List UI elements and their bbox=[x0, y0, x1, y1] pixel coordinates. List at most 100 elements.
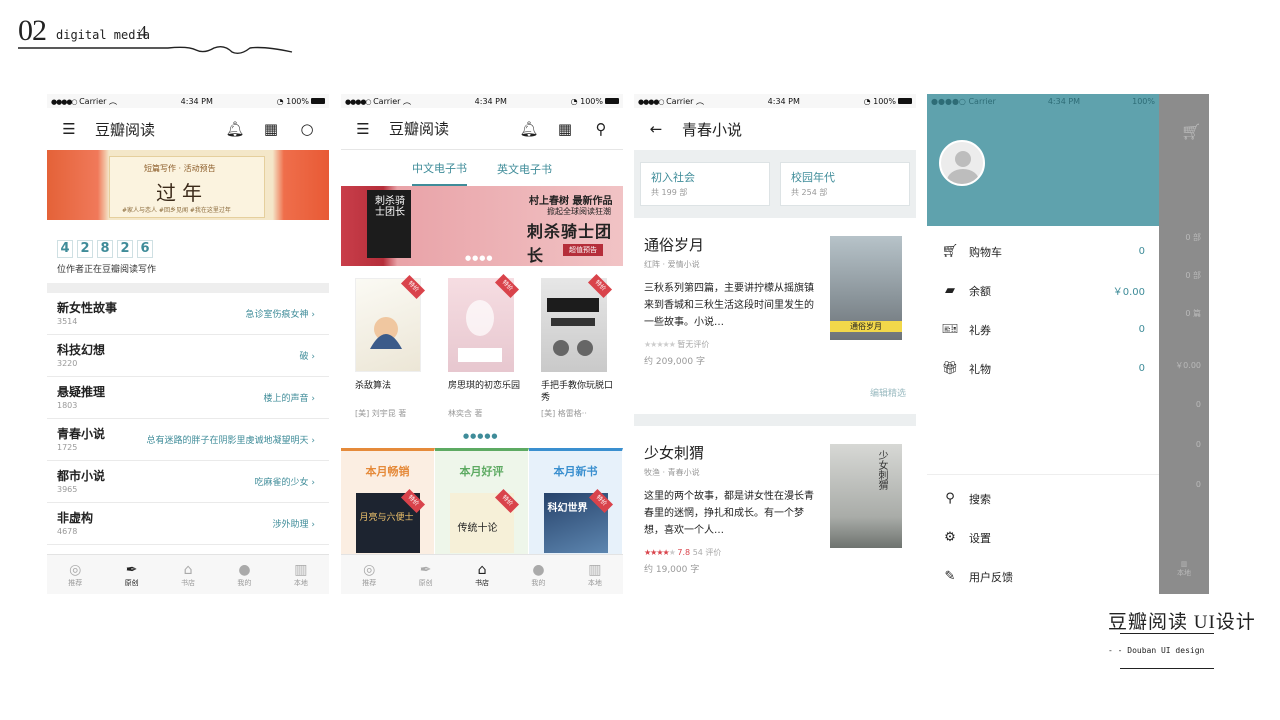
drawer-item-gift[interactable]: 🎁︎ 礼物 0 bbox=[927, 349, 1159, 388]
back-arrow-icon[interactable]: ← bbox=[646, 119, 666, 139]
subcategory-pill[interactable]: 校园年代 共 254 部 bbox=[780, 162, 910, 206]
drawer-item-search[interactable]: ⚲ 搜索 bbox=[927, 479, 1159, 518]
drawer-item-balance[interactable]: ▰ 余额 ￥0.00 bbox=[927, 271, 1159, 310]
drawer-item-feedback[interactable]: ✎ 用户反馈 bbox=[927, 557, 1159, 594]
writer-counter: 4 2 8 2 6 位作者正在豆瓣阅读写作 bbox=[47, 220, 329, 275]
tab-local[interactable]: ▥ 本地 bbox=[273, 555, 329, 594]
promo-banner[interactable]: 刺杀骑士团长 村上春树 最新作品 掀起全球阅读狂潮 刺杀骑士团长 超值预告 ●●… bbox=[341, 186, 623, 266]
bottom-tab-bar: ◎ 推荐 ✒ 原创 ⌂ 书店 ● 我的 ▥ 本地 bbox=[341, 554, 623, 594]
tab-english-ebooks[interactable]: 英文电子书 bbox=[497, 151, 552, 185]
search-icon: ⚲ bbox=[945, 491, 955, 506]
new-year-banner[interactable]: 短篇写作 · 活动预告 过年 #家人与恋人 #回乡见闻 #我在这里过年 bbox=[47, 150, 329, 220]
book-item[interactable]: 特价 房思琪的初恋乐园 林奕含 著 bbox=[440, 273, 524, 426]
header-brush-line bbox=[18, 45, 293, 55]
drawer-item-settings[interactable]: ⚙ 设置 bbox=[927, 518, 1159, 557]
cart-icon: 🛒︎ bbox=[1181, 122, 1202, 141]
menu-icon[interactable]: ☰ bbox=[59, 119, 79, 139]
book-item[interactable]: 特价 手把手教你玩脱口秀 [美] 格雷格·· bbox=[533, 273, 617, 426]
tab-mine[interactable]: ● 我的 bbox=[216, 555, 272, 594]
book-cover: 特价 bbox=[355, 274, 426, 372]
grid-icon[interactable]: ▦ bbox=[555, 119, 575, 139]
category-item[interactable]: 都市小说 3965 吃麻雀的少女 › bbox=[47, 461, 329, 503]
app-bar: ← 青春小说 bbox=[634, 108, 916, 150]
gift-icon: 🎁︎ bbox=[941, 361, 959, 376]
tab-recommend[interactable]: ◎ 推荐 bbox=[47, 555, 103, 594]
bottom-tab-bar: ◎ 推荐 ✒ 原创 ⌂ 书店 ● 我的 ▥ 本地 bbox=[47, 554, 329, 594]
circle-icon[interactable]: ○ bbox=[297, 119, 317, 139]
phone-screen-store: ●●●●○ Carrier ︵ 4:34 PM ◔ 100% ☰ 豆瓣阅读 🔔︎… bbox=[341, 94, 623, 594]
tab-store[interactable]: ⌂ 书店 bbox=[454, 555, 510, 594]
book-author: [美] 格雷格·· bbox=[541, 409, 587, 418]
book-card[interactable]: 通俗岁月 红阵 · 爱情小说 三秋系列第四篇，主要讲拧檬从摇旗镇来到香城和三秋生… bbox=[634, 218, 916, 414]
category-featured: 破 › bbox=[299, 352, 315, 362]
status-bar: ●●●●○ Carrier 4:34 PM 100% bbox=[931, 96, 1155, 106]
subcategory-pill[interactable]: 初入社会 共 199 部 bbox=[640, 162, 770, 206]
tab-mine[interactable]: ● 我的 bbox=[510, 555, 566, 594]
book-rating: ★★★★★ 暂无评价 bbox=[644, 340, 710, 349]
avatar[interactable] bbox=[939, 140, 985, 186]
tab-chinese-ebooks[interactable]: 中文电子书 bbox=[412, 150, 467, 186]
tab-original[interactable]: ✒ 原创 bbox=[397, 555, 453, 594]
drawer-item-label: 余额 bbox=[969, 284, 991, 298]
tab-local[interactable]: ▥ 本地 bbox=[567, 555, 623, 594]
column-bestseller[interactable]: 本月畅销 特价 月亮与六便士 bbox=[341, 448, 435, 556]
counter-digit: 6 bbox=[137, 240, 153, 258]
drawer-item-label: 搜索 bbox=[969, 492, 991, 506]
counter-digit: 2 bbox=[77, 240, 93, 258]
tab-store[interactable]: ⌂ 书店 bbox=[160, 555, 216, 594]
category-item[interactable]: 青春小说 1725 总有迷路的胖子在阴影里虔诚地凝望明天 › bbox=[47, 419, 329, 461]
medal-icon: ◎ bbox=[69, 561, 82, 578]
book-cover: 特价 bbox=[541, 273, 613, 372]
category-item[interactable]: 科技幻想 3220 破 › bbox=[47, 335, 329, 377]
bell-icon[interactable]: 🔔︎ bbox=[225, 119, 245, 139]
shelf-pager-dots: ●●●●● bbox=[463, 432, 499, 440]
book-author: [美] 刘宇昆 著 bbox=[355, 409, 407, 418]
counter-digit: 8 bbox=[97, 240, 113, 258]
subcategory-name: 初入社会 bbox=[651, 171, 695, 184]
tab-original[interactable]: ✒ 原创 bbox=[103, 555, 159, 594]
category-item[interactable]: 新女性故事 3514 急诊室伤痕女神 › bbox=[47, 293, 329, 335]
app-bar: ☰ 豆瓣阅读 🔔︎ ▦ ⚲ bbox=[341, 108, 623, 150]
phone-screen-drawer: 🛒︎ 0 部 0 部 0 篇 ￥0.00 0 0 0 ▥ 本地 ●●●●○ Car… bbox=[927, 94, 1209, 594]
cover-text: 通俗岁月 bbox=[830, 321, 902, 332]
book-card[interactable]: 少女刺猬 牧渔 · 青春小说 这里的两个故事，都是讲女性在漫长青春里的迷惘，挣扎… bbox=[634, 426, 916, 594]
column-new-books[interactable]: 本月新书 特价 科幻世界 bbox=[529, 448, 623, 556]
category-item[interactable]: 非虚构 4678 涉外助理 › bbox=[47, 503, 329, 545]
column-cover: 特价 科幻世界 bbox=[543, 488, 613, 553]
rating-stars: ★★★★★ bbox=[644, 340, 676, 349]
cover-text: 传统十论 bbox=[457, 523, 498, 534]
category-featured: 急诊室伤痕女神 › bbox=[245, 310, 315, 320]
drawer-scrim[interactable]: 🛒︎ 0 部 0 部 0 篇 ￥0.00 0 0 0 ▥ 本地 bbox=[1159, 94, 1209, 594]
menu-icon[interactable]: ☰ bbox=[353, 119, 373, 139]
category-item[interactable]: 悬疑推理 1803 楼上的声音 › bbox=[47, 377, 329, 419]
column-well-reviewed[interactable]: 本月好评 特价 传统十论 bbox=[435, 448, 529, 556]
column-title: 本月新书 bbox=[553, 465, 598, 478]
drawer-item-coupon[interactable]: 🎫︎ 礼券 0 bbox=[927, 310, 1159, 349]
banner-tags: #家人与恋人 #回乡见闻 #我在这里过年 bbox=[122, 207, 231, 214]
drawer-item-value: 0 bbox=[1138, 246, 1145, 257]
book-shelf: 特价 杀敌算法 [美] 刘宇昆 著 特价 房思琪的初恋乐园 林奕含 著 特价 手… bbox=[341, 266, 623, 426]
drawer-item-label: 设置 bbox=[969, 531, 991, 545]
book-icon: ▥ bbox=[294, 561, 308, 578]
column-cover: 特价 传统十论 bbox=[449, 488, 519, 553]
scrim-value: 0 部 bbox=[1185, 271, 1201, 280]
person-icon: ● bbox=[532, 561, 545, 578]
cover-text: 科幻世界 bbox=[547, 503, 588, 514]
app-bar: ☰ 豆瓣阅读 🔔︎ ▦ ○ bbox=[47, 108, 329, 150]
search-icon[interactable]: ⚲ bbox=[591, 119, 611, 139]
bell-icon[interactable]: 🔔︎ bbox=[519, 119, 539, 139]
scrim-tab-local: ▥ 本地 bbox=[1177, 560, 1191, 577]
book-item[interactable]: 特价 杀敌算法 [美] 刘宇昆 著 bbox=[347, 274, 431, 426]
person-icon: ● bbox=[238, 561, 251, 578]
grid-icon[interactable]: ▦ bbox=[261, 119, 281, 139]
medal-icon: ◎ bbox=[363, 561, 376, 578]
drawer-header: ●●●●○ Carrier 4:34 PM 100% bbox=[927, 94, 1159, 226]
scrim-value: 0 bbox=[1195, 400, 1201, 409]
phone-screen-category: ●●●●○ Carrier ︵ 4:34 PM ◔ 100% ← 青春小说 初入… bbox=[634, 94, 916, 594]
editor-picks-link[interactable]: 编辑精选 bbox=[870, 386, 906, 399]
navigation-drawer: ●●●●○ Carrier 4:34 PM 100% 🛒︎ 购物车 0 ▰ 余额 ￥0.… bbox=[927, 94, 1159, 594]
tab-recommend[interactable]: ◎ 推荐 bbox=[341, 555, 397, 594]
book-title: 房思琪的初恋乐园 bbox=[448, 381, 521, 391]
drawer-item-cart[interactable]: 🛒︎ 购物车 0 bbox=[927, 232, 1159, 271]
banner-pager-dots: ●●●● bbox=[465, 254, 494, 262]
